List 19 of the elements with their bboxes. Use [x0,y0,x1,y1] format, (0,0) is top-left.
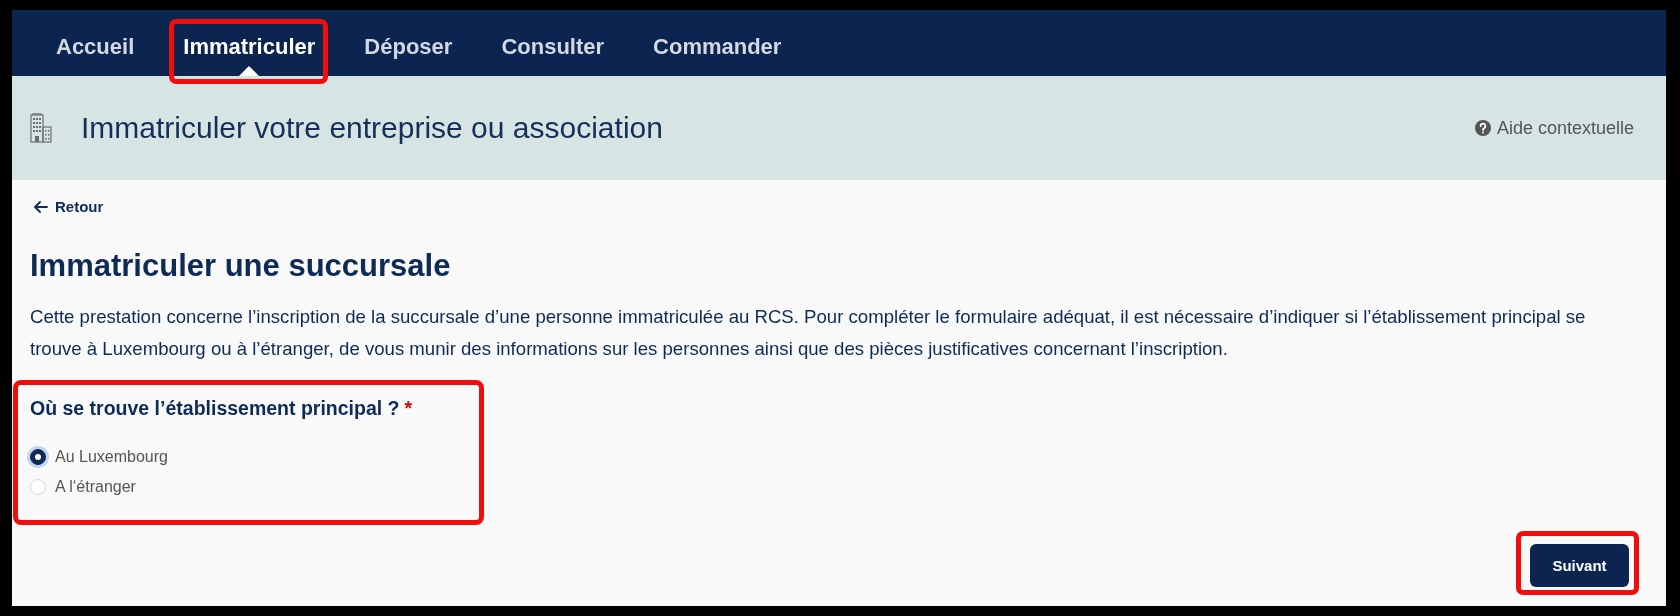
nav-tab[interactable]: Immatriculer [174,24,324,76]
radio-label[interactable]: Au Luxembourg [55,448,168,466]
help-icon [1474,120,1491,136]
section-heading: Immatriculer une succursale [30,247,451,285]
nav-tab[interactable]: Consulter [492,24,613,76]
building-icon [30,113,52,143]
help-link[interactable]: Aide contextuelle [1474,117,1634,139]
radio-label[interactable]: A l‘étranger [55,478,136,496]
next-button[interactable]: Suivant [1530,544,1629,587]
required-marker: * [404,397,413,419]
page-title: Immatriculer votre entreprise ou association [81,111,664,145]
arrow-left-icon [34,201,48,213]
nav-tab[interactable]: Commander [644,24,790,76]
description-text: Cette prestation concerne l’inscription de la succursale d’une personne immatriculée au RCS. Pour compléter le formulaire adéquat, il est nécessaire d’indiquer si l’établissement principal se trouve à Luxembourg ou à l’étranger, de vous munir des informations sur les personnes ainsi que des pièces justificatives concernant l’inscription. [30,305,1587,361]
question-label: Où se trouve l’établissement principal ? [30,397,400,419]
radio-button[interactable] [27,446,49,468]
back-link[interactable]: Retour [34,197,104,217]
nav-tab[interactable]: Déposer [355,24,461,76]
nav-tab[interactable]: Accueil [47,24,143,76]
